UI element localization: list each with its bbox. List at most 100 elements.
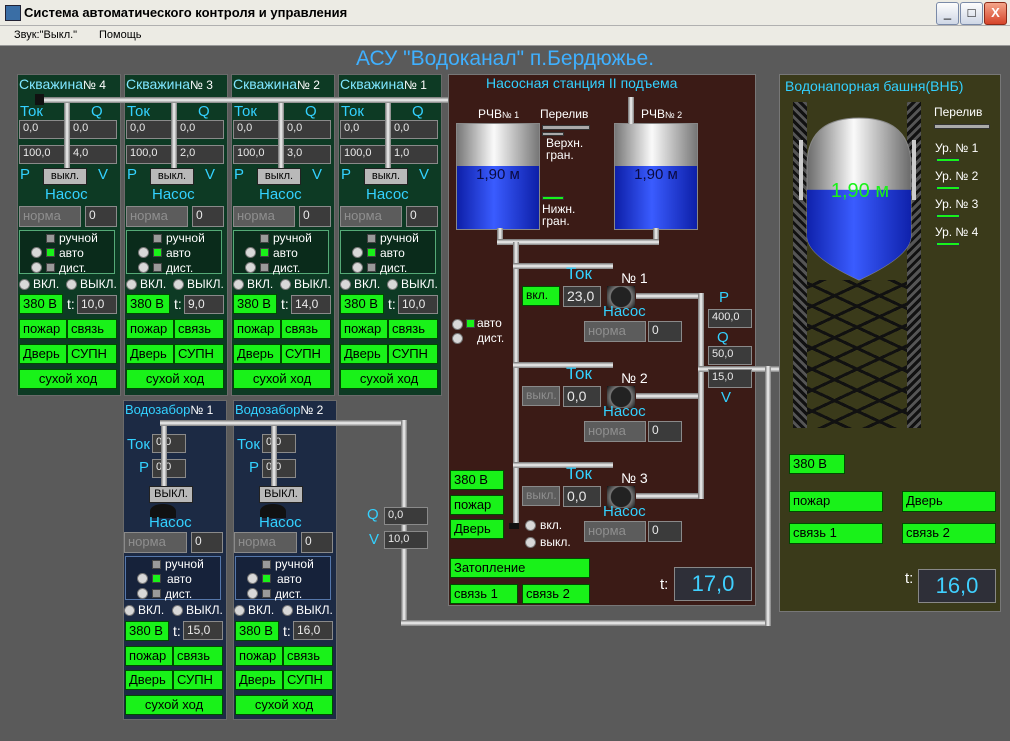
intake-dist-check[interactable] (262, 589, 271, 598)
intake-tok-label: Ток (237, 436, 260, 453)
well-dry-run: сухой ход (19, 369, 117, 389)
well-number: № 4 (83, 78, 106, 92)
well-auto-check[interactable] (367, 248, 376, 257)
intake-off-radio[interactable] (172, 605, 183, 616)
well-off-button[interactable]: выкл. (150, 168, 194, 185)
well-dist-check[interactable] (260, 263, 269, 272)
well-p-label: P (20, 166, 31, 183)
well-v-label: V (98, 166, 109, 183)
well-auto-check[interactable] (153, 248, 162, 257)
intake-off-label: ВЫКЛ. (186, 603, 223, 617)
well-manual-check[interactable] (153, 234, 162, 243)
close-button[interactable]: X (984, 2, 1007, 25)
intake-off-button[interactable]: ВЫКЛ. (149, 486, 193, 503)
well-p-label: P (127, 166, 138, 183)
well-p-field: 100,0 (19, 145, 65, 164)
intake-on-radio[interactable] (124, 605, 135, 616)
intake-off-radio[interactable] (282, 605, 293, 616)
well-v-label: V (419, 166, 430, 183)
station-v-field: 15,0 (708, 369, 752, 388)
intake-on-radio[interactable] (234, 605, 245, 616)
well-auto-radio[interactable] (245, 247, 256, 258)
well-dist-check[interactable] (153, 263, 162, 272)
station-p-label: P (719, 289, 730, 306)
intake-manual-check[interactable] (262, 560, 271, 569)
tower-level: 1,90 м (830, 180, 890, 202)
well-dry-run: сухой ход (126, 369, 224, 389)
intake-auto-check[interactable] (152, 574, 161, 583)
well-dist-radio[interactable] (352, 262, 363, 273)
well-tok-label: Ток (127, 103, 150, 120)
well-norma-value: 0 (299, 206, 331, 227)
intake-manual-label: ручной (165, 557, 204, 571)
intake-auto-check[interactable] (262, 574, 271, 583)
well-dist-radio[interactable] (31, 262, 42, 273)
intake-temp-label: t: (173, 623, 181, 639)
well-off-radio[interactable] (387, 279, 398, 290)
well-off-button[interactable]: выкл. (364, 168, 408, 185)
intake-norma-status: норма (124, 532, 187, 553)
intake-name: Водозабор (235, 402, 301, 417)
menu-help[interactable]: Помощь (99, 29, 142, 41)
station-auto-radio[interactable] (452, 319, 463, 330)
well-off-button[interactable]: выкл. (43, 168, 87, 185)
well-off-radio[interactable] (173, 279, 184, 290)
intake-off-button[interactable]: ВЫКЛ. (259, 486, 303, 503)
minimize-button[interactable]: _ (936, 2, 959, 25)
intake-auto-radio[interactable] (137, 573, 148, 584)
menu-sound[interactable]: Звук:"Выкл." (14, 29, 77, 41)
intake-dist-check[interactable] (152, 589, 161, 598)
station-on-radio[interactable] (525, 520, 536, 531)
intake-door: Дверь (235, 670, 283, 690)
station-dist-radio[interactable] (452, 333, 463, 344)
well-auto-check[interactable] (46, 248, 55, 257)
well-auto-check[interactable] (260, 248, 269, 257)
well-off-radio[interactable] (66, 279, 77, 290)
intake-dist-radio[interactable] (137, 588, 148, 599)
well-auto-radio[interactable] (31, 247, 42, 258)
station-auto-check[interactable] (466, 319, 475, 328)
well-on-radio[interactable] (19, 279, 30, 290)
well-dist-radio[interactable] (245, 262, 256, 273)
pump-tok-field: 0,0 (563, 386, 601, 407)
well-pump-label: Насос (259, 186, 302, 203)
intake-manual-label: ручной (275, 557, 314, 571)
station-temp-label: t: (660, 576, 669, 593)
well-link: связь (67, 319, 117, 339)
pump-tok-field: 0,0 (563, 486, 601, 507)
well-q-label: Q (412, 103, 424, 120)
well-manual-check[interactable] (260, 234, 269, 243)
intake-supn: СУПН (283, 670, 333, 690)
tower-level-label: Ур. № 4 (935, 225, 979, 239)
maximize-button[interactable]: □ (960, 2, 983, 25)
well-on-radio[interactable] (233, 279, 244, 290)
intake-auto-radio[interactable] (247, 573, 258, 584)
well-manual-check[interactable] (46, 234, 55, 243)
well-door: Дверь (233, 344, 281, 364)
well-on-radio[interactable] (340, 279, 351, 290)
well-dist-radio[interactable] (138, 262, 149, 273)
well-auto-label: авто (166, 246, 191, 260)
intake-number: № 2 (300, 403, 324, 417)
well-dist-check[interactable] (367, 263, 376, 272)
well-off-radio[interactable] (280, 279, 291, 290)
rchv-lower-label: Нижн. гран. (542, 202, 576, 228)
intake-dist-radio[interactable] (247, 588, 258, 599)
well-auto-radio[interactable] (138, 247, 149, 258)
pump-norma-value: 0 (648, 421, 682, 442)
pump-state: выкл. (522, 486, 560, 506)
pump-state: выкл. (522, 386, 560, 406)
well-door: Дверь (340, 344, 388, 364)
well-norma-value: 0 (85, 206, 117, 227)
rchv1-level: 1,90 м (476, 166, 520, 183)
well-riser-pipe (278, 100, 284, 168)
well-auto-radio[interactable] (352, 247, 363, 258)
well-off-button[interactable]: выкл. (257, 168, 301, 185)
well-dist-check[interactable] (46, 263, 55, 272)
well-manual-check[interactable] (367, 234, 376, 243)
intake-manual-check[interactable] (152, 560, 161, 569)
intake-norma-status: норма (234, 532, 297, 553)
station-off-radio[interactable] (525, 537, 536, 548)
tower-temp: 16,0 (918, 569, 996, 603)
well-on-radio[interactable] (126, 279, 137, 290)
